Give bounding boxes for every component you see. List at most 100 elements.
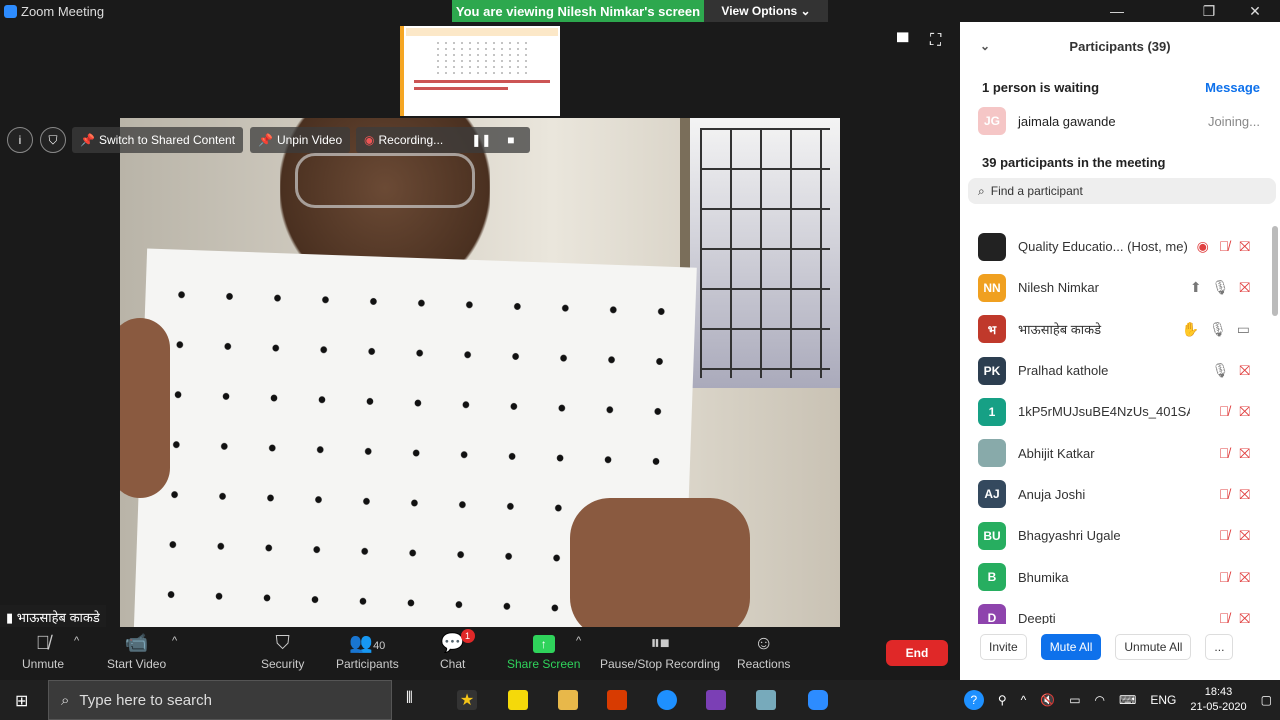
wifi-icon[interactable]: ◠ xyxy=(1095,693,1105,707)
record-icon: ◉ xyxy=(1196,238,1209,255)
mute-all-button[interactable]: Mute All xyxy=(1040,634,1102,660)
participant-list: Quality Educatio... (Host, me) ◉ 🎙̸ ⛝ NN Nile… xyxy=(960,226,1280,624)
view-options-button[interactable]: View Options ⌄ xyxy=(704,0,828,22)
share-screen-button[interactable]: ↑ Share Screen xyxy=(507,631,580,671)
mic-muted-icon: 🎙̸ xyxy=(1218,238,1230,255)
paint-icon[interactable] xyxy=(756,690,776,710)
taskbar-search[interactable]: ⌕ Type here to search xyxy=(48,680,392,720)
zoom-logo-icon xyxy=(4,4,17,18)
fullscreen-icon[interactable]: ⛶ xyxy=(930,32,941,50)
invite-button[interactable]: Invite xyxy=(980,634,1027,660)
video-options-chevron[interactable]: ^ xyxy=(172,635,177,647)
edge-icon[interactable] xyxy=(657,690,677,710)
participant-row[interactable]: B Bhumika 🎙̸ ⛝ xyxy=(960,556,1280,597)
mic-muted-icon: 🎙̸ xyxy=(1218,444,1230,461)
pause-stop-recording-button[interactable]: ⏸⏹ Pause/Stop Recording xyxy=(600,631,720,671)
unmute-button[interactable]: 🎙̸ Unmute xyxy=(22,631,64,671)
participants-button[interactable]: 👥40 Participants xyxy=(336,631,399,671)
video-off-icon: ⛝ xyxy=(1239,279,1250,296)
share-options-chevron[interactable]: ^ xyxy=(576,635,581,647)
collapse-chevron-icon[interactable]: ⌄ xyxy=(980,39,990,53)
info-icon[interactable]: i xyxy=(7,127,33,153)
participant-name: Pralhad kathole xyxy=(1018,363,1109,379)
participant-name: Quality Educatio... (Host, me) xyxy=(1018,239,1188,255)
message-button[interactable]: Message xyxy=(1205,80,1260,95)
notifications-icon[interactable]: ▢ xyxy=(1261,693,1272,707)
participant-row[interactable]: NN Nilesh Nimkar ⬆ 🎙 ⛝ xyxy=(960,267,1280,308)
security-button[interactable]: ⛉ Security xyxy=(261,631,304,671)
find-participant-input[interactable]: ⌕ Find a participant xyxy=(968,178,1276,204)
video-off-icon: ⛝ xyxy=(1239,485,1250,502)
participant-name: Deepti xyxy=(1018,610,1056,624)
keyboard-icon[interactable]: ⌨ xyxy=(1119,693,1136,707)
close-button[interactable]: ✕ xyxy=(1232,0,1278,22)
shield-icon[interactable]: ⛉ xyxy=(40,127,66,153)
meeting-toolbar: 🎙̸ Unmute ^ 📹 Start Video ^ ⛉ Security 👥40 P… xyxy=(0,627,960,680)
language-indicator[interactable]: ENG xyxy=(1150,693,1176,707)
unpin-video-button[interactable]: 📌 Unpin Video xyxy=(250,127,351,153)
mic-muted-icon: 🎙̸ xyxy=(1218,403,1230,420)
reactions-button[interactable]: ☺ Reactions xyxy=(737,631,790,671)
app-icon-star[interactable]: ★ xyxy=(457,690,477,710)
pin-icon: 📌 xyxy=(80,133,95,147)
unpin-label: Unpin Video xyxy=(276,133,343,147)
recording-indicator: ◉ Recording... ❚❚ ■ xyxy=(356,127,530,153)
participant-row[interactable]: AJ Anuja Joshi 🎙̸ ⛝ xyxy=(960,474,1280,515)
windows-start-icon[interactable]: ⊞ xyxy=(15,691,28,711)
people-icon[interactable]: ⚲ xyxy=(998,693,1007,707)
participants-icon: 👥40 xyxy=(349,633,386,654)
sticky-notes-icon[interactable] xyxy=(508,690,528,710)
start-video-button[interactable]: 📹 Start Video xyxy=(107,631,166,671)
date: 21-05-2020 xyxy=(1190,701,1247,713)
participant-row[interactable]: BU Bhagyashri Ugale 🎙̸ ⛝ xyxy=(960,515,1280,556)
scrollbar[interactable] xyxy=(1272,226,1278,316)
end-meeting-button[interactable]: End xyxy=(886,640,948,666)
participants-count: 40 xyxy=(373,640,386,652)
help-icon[interactable]: ? xyxy=(963,690,984,710)
mic-icon: 🎙 xyxy=(1211,362,1230,379)
search-icon: ⌕ xyxy=(61,691,70,709)
stop-icon[interactable]: ■ xyxy=(507,133,514,147)
participant-row[interactable]: PK Pralhad kathole 🎙 ⛝ xyxy=(960,350,1280,391)
video-off-icon: ⛝ xyxy=(1239,609,1250,624)
layout-icon[interactable]: ▀ xyxy=(897,34,908,52)
participant-row[interactable]: 1 1kP5rMUJsuBE4NzUs_401SAAA... 🎙̸ ⛝ xyxy=(960,391,1280,432)
volume-muted-icon[interactable]: 🔇 xyxy=(1040,693,1055,707)
onenote-icon[interactable] xyxy=(706,690,726,710)
video-icon: ▭ xyxy=(1236,320,1250,337)
pause-stop-icon: ⏸⏹ xyxy=(650,633,670,654)
avatar: PK xyxy=(978,356,1006,385)
task-view-icon[interactable]: ⫴ xyxy=(406,690,413,708)
clock[interactable]: 18:43 21-05-2020 xyxy=(1190,685,1246,715)
battery-icon[interactable]: ▭ xyxy=(1069,693,1080,707)
minimize-button[interactable]: — xyxy=(1094,0,1140,22)
placeholder: Type here to search xyxy=(79,691,212,709)
participant-row[interactable]: Abhijit Katkar 🎙̸ ⛝ xyxy=(960,432,1280,473)
chat-badge: 1 xyxy=(460,629,475,643)
participant-name: भाऊसाहेब काकडे xyxy=(1018,322,1102,338)
waiting-participant[interactable]: JG jaimala gawande Joining... xyxy=(960,95,1280,135)
restore-button[interactable]: ❐ xyxy=(1186,0,1232,22)
share-arrow-icon: ↑ xyxy=(532,635,555,653)
pause-icon[interactable]: ❚❚ xyxy=(471,133,491,147)
audio-options-chevron[interactable]: ^ xyxy=(74,635,79,647)
office-icon[interactable] xyxy=(607,690,627,710)
smiley-icon: ☺ xyxy=(753,633,774,654)
active-speaker-video xyxy=(120,118,840,627)
participant-row[interactable]: D Deepti 🎙̸ ⛝ xyxy=(960,598,1280,624)
video-off-icon: ⛝ xyxy=(1239,362,1250,379)
tray-chevron-icon[interactable]: ^ xyxy=(1021,693,1027,707)
participant-row[interactable]: Quality Educatio... (Host, me) ◉ 🎙̸ ⛝ xyxy=(960,226,1280,267)
participant-row[interactable]: भ भाऊसाहेब काकडे ✋ 🎙 ▭ xyxy=(960,309,1280,350)
shared-screen-thumbnail[interactable] xyxy=(400,26,560,116)
avatar xyxy=(978,439,1006,468)
more-button[interactable]: ... xyxy=(1205,634,1234,660)
video-off-icon: ⛝ xyxy=(1239,527,1250,544)
switch-to-shared-content-button[interactable]: 📌 Switch to Shared Content xyxy=(72,127,244,153)
unmute-all-button[interactable]: Unmute All xyxy=(1115,634,1192,660)
recording-label: Recording... xyxy=(378,133,444,147)
zoom-app-icon[interactable] xyxy=(808,690,828,710)
avatar: JG xyxy=(978,107,1006,135)
chat-button[interactable]: 💬 1 Chat xyxy=(440,629,475,671)
file-explorer-icon[interactable] xyxy=(558,690,578,710)
